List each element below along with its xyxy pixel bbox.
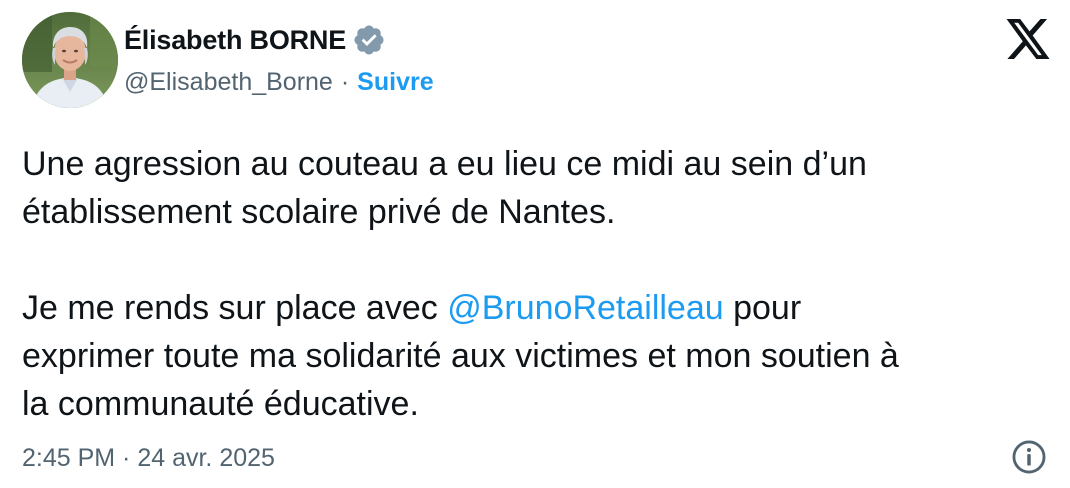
author-handle[interactable]: @Elisabeth_Borne bbox=[124, 68, 333, 97]
author-display-name[interactable]: Élisabeth BORNE bbox=[124, 25, 346, 56]
tweet-text-segment: pour bbox=[723, 289, 802, 327]
tweet-line: la communauté éducative. bbox=[22, 385, 419, 423]
tweet-line: exprimer toute ma solidarité aux victime… bbox=[22, 337, 899, 375]
tweet-line: Je me rends sur place avec @BrunoRetaill… bbox=[22, 284, 1052, 332]
tweet-line: établissement scolaire privé de Nantes. bbox=[22, 193, 616, 231]
verified-badge-icon bbox=[352, 23, 386, 57]
mention-link[interactable]: @BrunoRetailleau bbox=[447, 289, 723, 327]
author-name-row: Élisabeth BORNE bbox=[124, 20, 386, 60]
separator-dot: · bbox=[340, 67, 350, 96]
info-icon[interactable] bbox=[1010, 438, 1048, 476]
tweet-text-segment: Je me rends sur place avec bbox=[22, 289, 448, 327]
x-logo-icon[interactable] bbox=[1003, 17, 1053, 61]
author-avatar[interactable] bbox=[22, 12, 118, 108]
tweet-timestamp[interactable]: 2:45 PM · 24 avr. 2025 bbox=[22, 438, 275, 478]
tweet-line: Une agression au couteau a eu lieu ce mi… bbox=[22, 145, 867, 183]
author-handle-row: @Elisabeth_Borne · Suivre bbox=[124, 64, 434, 100]
follow-button[interactable]: Suivre bbox=[357, 68, 433, 97]
tweet-text: Une agression au couteau a eu lieu ce mi… bbox=[22, 140, 1052, 428]
